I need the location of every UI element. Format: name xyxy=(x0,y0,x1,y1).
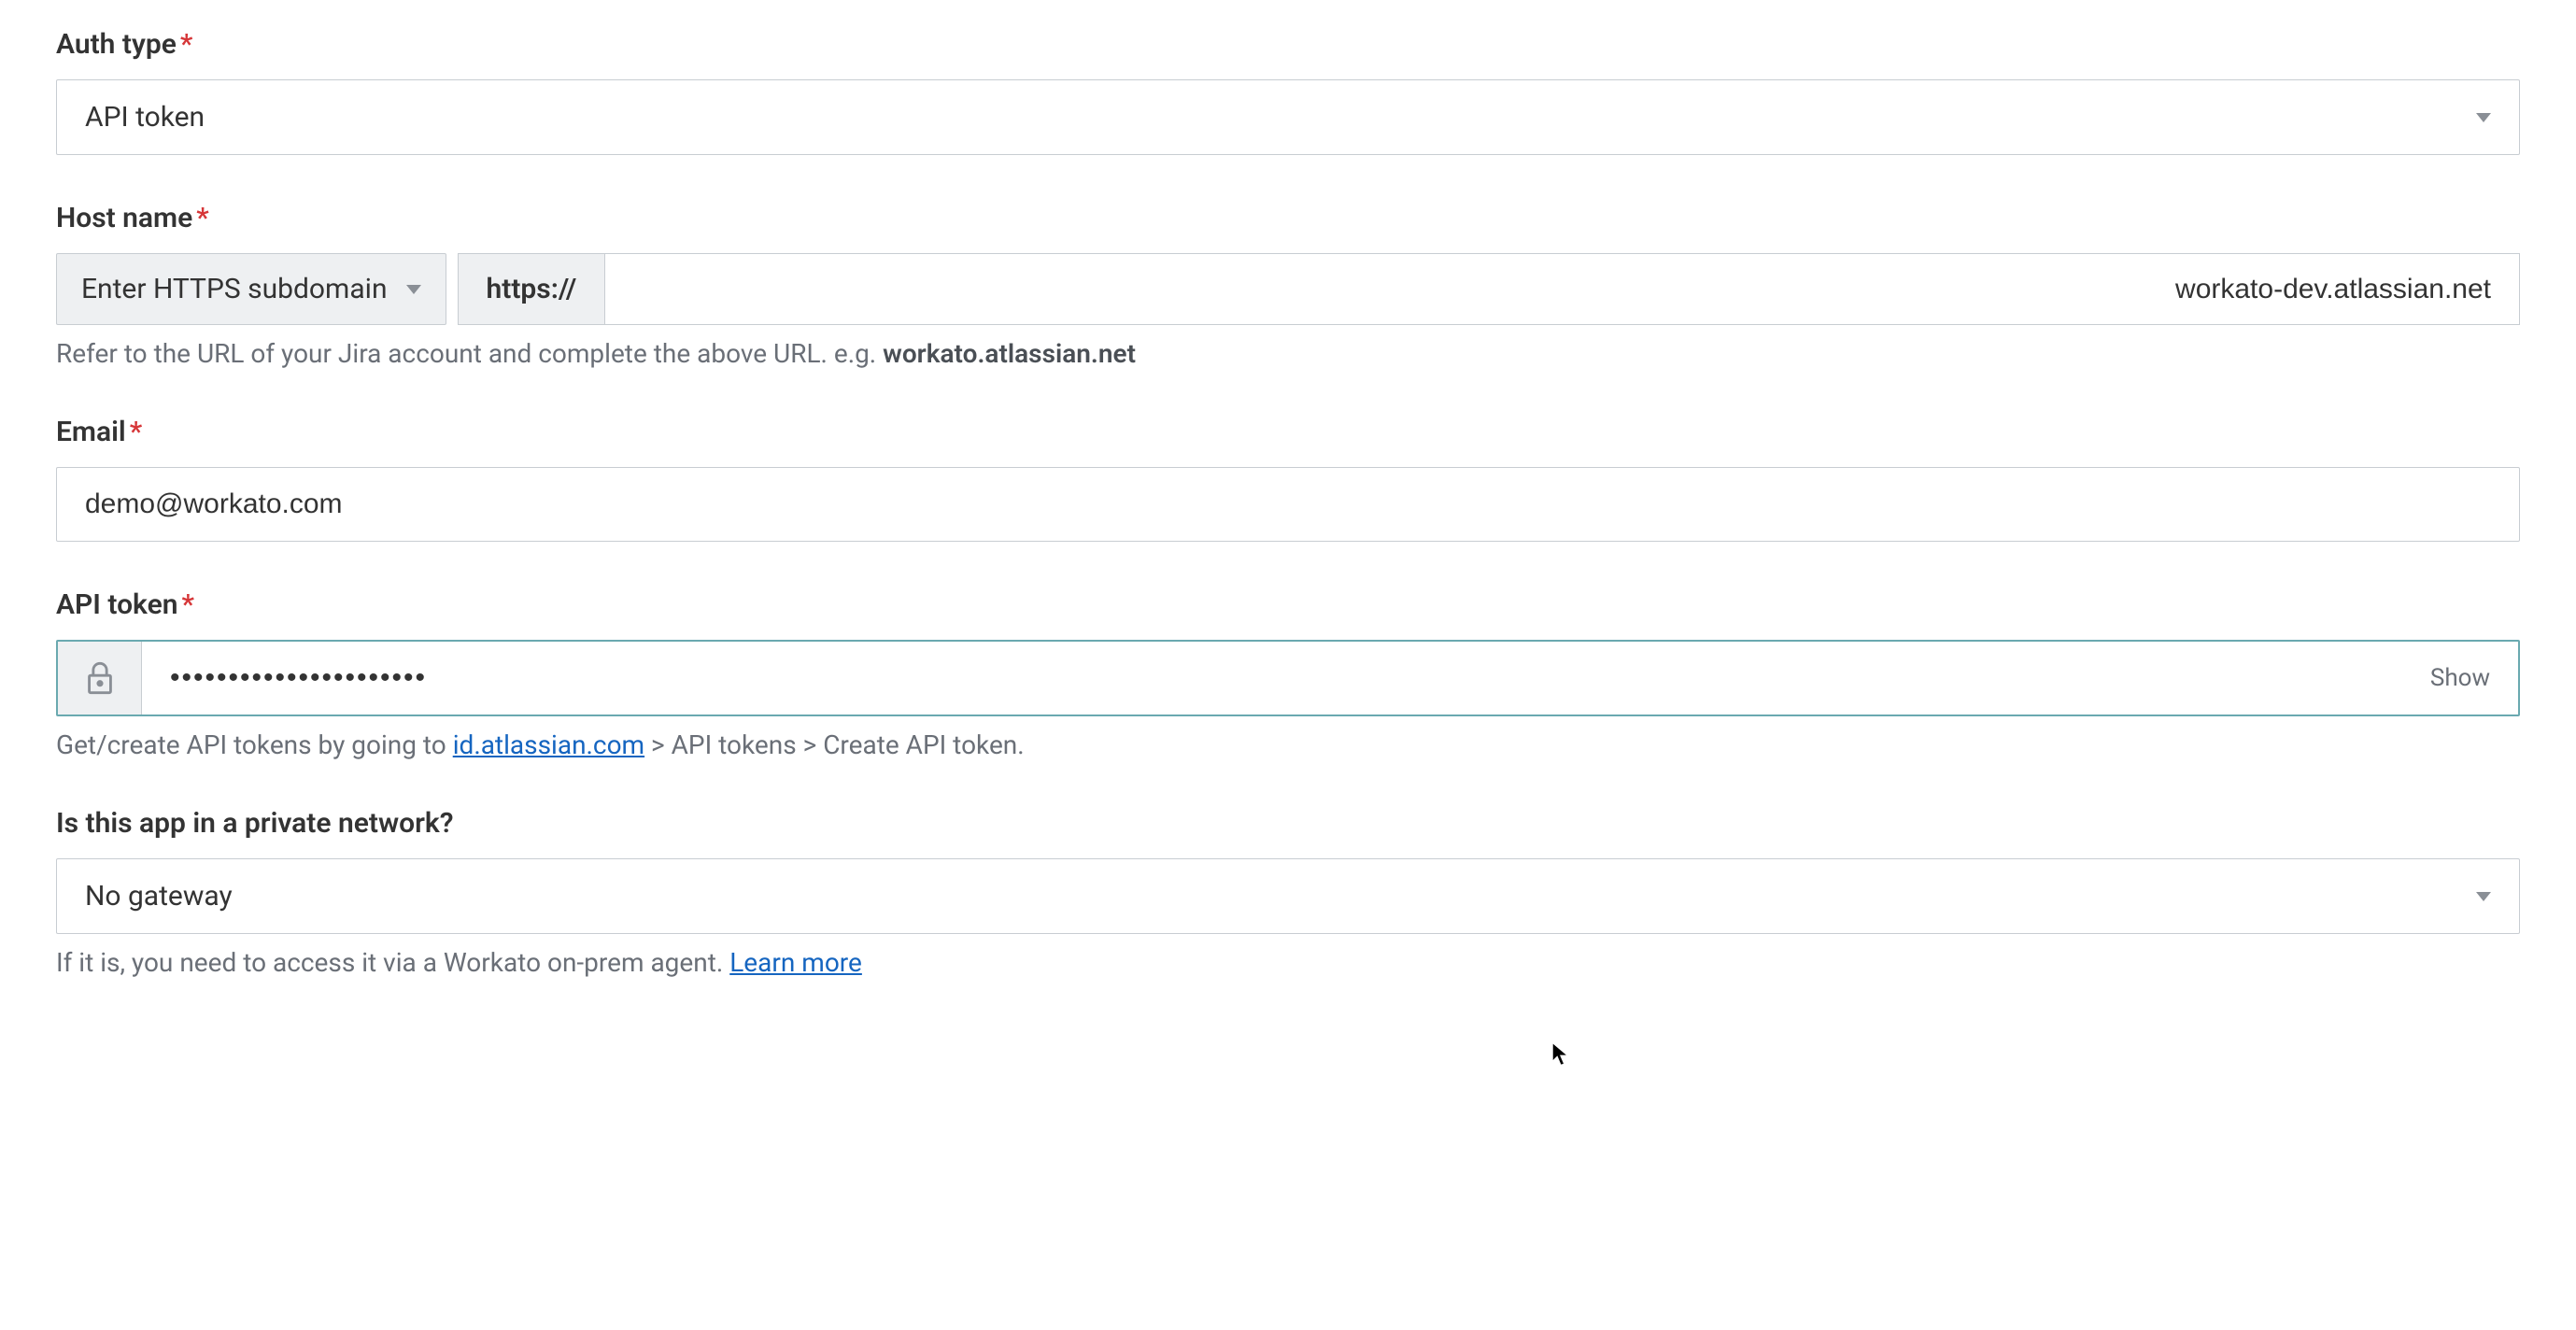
email-label-text: Email xyxy=(56,416,126,448)
private-network-helper-prefix: If it is, you need to access it via a Wo… xyxy=(56,947,729,978)
host-name-label-text: Host name xyxy=(56,202,192,234)
required-indicator: * xyxy=(196,202,208,234)
required-indicator: * xyxy=(182,588,194,621)
host-name-row: Enter HTTPS subdomain https:// xyxy=(56,253,2520,325)
chevron-down-icon xyxy=(406,285,421,294)
atlassian-id-link[interactable]: id.atlassian.com xyxy=(453,729,644,760)
https-prefix: https:// xyxy=(458,253,605,325)
api-token-field: API token* Show Get/create API tokens by… xyxy=(56,588,2520,760)
subdomain-selector-label: Enter HTTPS subdomain xyxy=(81,273,388,305)
api-token-helper-prefix: Get/create API tokens by going to xyxy=(56,729,453,760)
host-name-helper: Refer to the URL of your Jira account an… xyxy=(56,338,2520,369)
private-network-label-text: Is this app in a private network? xyxy=(56,807,453,840)
chevron-down-icon xyxy=(2476,113,2491,122)
email-label: Email* xyxy=(56,416,2520,448)
show-token-button[interactable]: Show xyxy=(2402,642,2518,715)
host-name-helper-prefix: Refer to the URL of your Jira account an… xyxy=(56,338,883,369)
email-input[interactable] xyxy=(56,467,2520,542)
lock-icon-cell xyxy=(58,642,142,715)
private-network-value: No gateway xyxy=(85,880,233,913)
host-name-label: Host name* xyxy=(56,202,2520,234)
api-token-input[interactable] xyxy=(142,642,2402,715)
api-token-row: Show xyxy=(56,640,2520,716)
private-network-label: Is this app in a private network? xyxy=(56,807,2520,840)
private-network-field: Is this app in a private network? No gat… xyxy=(56,807,2520,978)
required-indicator: * xyxy=(180,28,192,61)
lock-icon xyxy=(83,659,117,697)
auth-type-select[interactable]: API token xyxy=(56,79,2520,155)
auth-type-label: Auth type* xyxy=(56,28,2520,61)
host-name-helper-example: workato.atlassian.net xyxy=(883,338,1136,369)
auth-type-value: API token xyxy=(85,101,205,134)
required-indicator: * xyxy=(130,416,142,448)
api-token-helper: Get/create API tokens by going to id.atl… xyxy=(56,729,2520,760)
private-network-helper: If it is, you need to access it via a Wo… xyxy=(56,947,2520,978)
learn-more-link[interactable]: Learn more xyxy=(729,947,862,978)
url-input-wrapper: https:// xyxy=(458,253,2520,325)
api-token-label: API token* xyxy=(56,588,2520,621)
email-field: Email* xyxy=(56,416,2520,542)
chevron-down-icon xyxy=(2476,892,2491,901)
show-label: Show xyxy=(2430,664,2490,692)
api-token-helper-suffix: > API tokens > Create API token. xyxy=(644,729,1025,760)
auth-type-label-text: Auth type xyxy=(56,28,177,61)
host-name-input[interactable] xyxy=(604,253,2520,325)
subdomain-type-select[interactable]: Enter HTTPS subdomain xyxy=(56,253,446,325)
host-name-field: Host name* Enter HTTPS subdomain https:/… xyxy=(56,202,2520,369)
https-prefix-text: https:// xyxy=(487,273,577,305)
api-token-label-text: API token xyxy=(56,588,178,621)
private-network-select[interactable]: No gateway xyxy=(56,858,2520,934)
auth-type-field: Auth type* API token xyxy=(56,28,2520,155)
